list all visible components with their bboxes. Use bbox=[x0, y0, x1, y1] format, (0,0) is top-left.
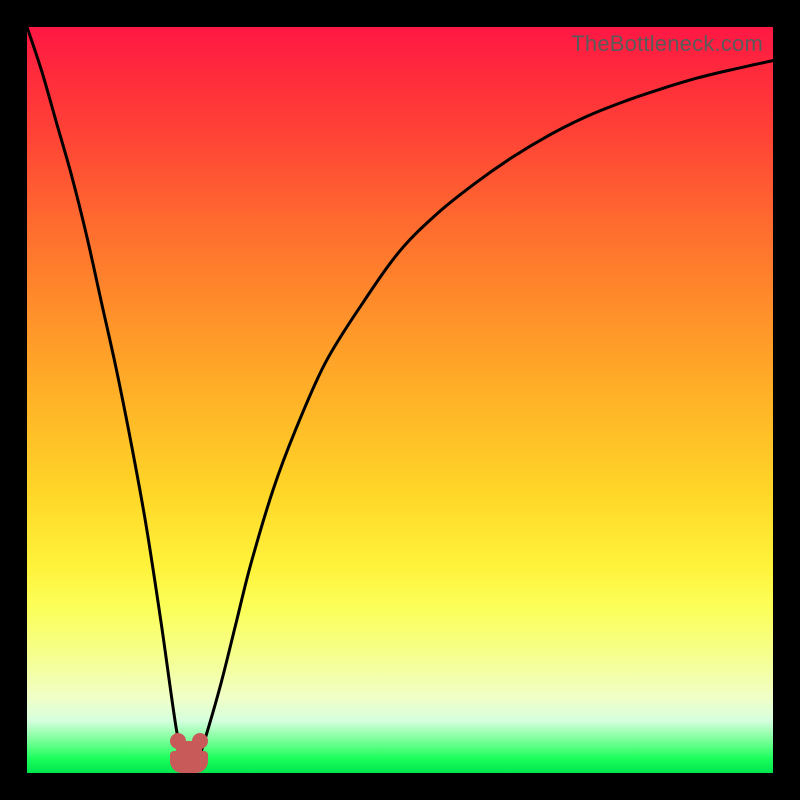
optimum-marker-icon bbox=[170, 733, 208, 773]
attribution-text: TheBottleneck.com bbox=[571, 31, 763, 57]
marker-base bbox=[170, 751, 208, 773]
bottleneck-curve bbox=[27, 27, 773, 773]
plot-frame: TheBottleneck.com bbox=[27, 27, 773, 773]
